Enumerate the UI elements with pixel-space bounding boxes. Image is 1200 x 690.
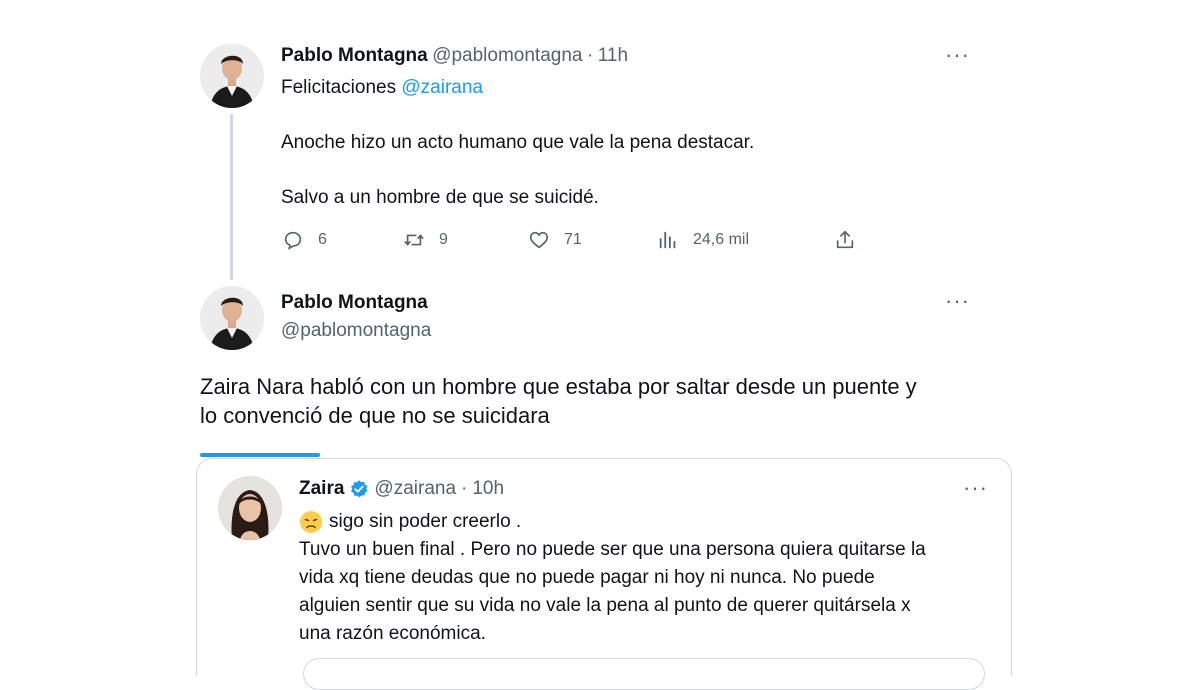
like-button[interactable]: 71 xyxy=(528,229,582,251)
tweet1-line1: Felicitaciones @zairana xyxy=(281,74,483,102)
quote-author-name[interactable]: Zaira xyxy=(299,478,344,500)
more-options-icon[interactable]: ··· xyxy=(945,44,970,66)
views-button[interactable]: 24,6 mil xyxy=(657,229,749,251)
more-options-icon[interactable]: ··· xyxy=(963,477,988,499)
tweet1-line2: Anoche hizo un acto humano que vale la p… xyxy=(281,132,755,153)
avatar-pablo-1[interactable] xyxy=(200,44,264,108)
separator-dot: · xyxy=(461,478,468,499)
reply-count: 6 xyxy=(318,231,327,248)
avatar-pablo-2[interactable] xyxy=(200,286,264,350)
avatar-zaira[interactable] xyxy=(218,476,282,540)
share-icon xyxy=(836,230,854,249)
quote-header: Zaira @zairana · 10h xyxy=(299,478,504,500)
more-options-icon[interactable]: ··· xyxy=(945,290,970,312)
separator-dot: · xyxy=(586,45,594,66)
tweet2-author-name[interactable]: Pablo Montagna xyxy=(281,292,428,314)
retweet-count: 9 xyxy=(439,231,448,248)
like-count: 71 xyxy=(564,231,582,248)
reply-button[interactable]: 6 xyxy=(282,229,327,251)
share-button[interactable] xyxy=(834,229,856,251)
quote-line3: vida xq tiene deudas que no puede pagar … xyxy=(299,567,875,588)
reply-icon xyxy=(284,231,302,250)
disappointed-face-emoji xyxy=(300,511,322,533)
thread-connector-line xyxy=(230,114,233,280)
quote-line4: alguien sentir que su vida no vale la pe… xyxy=(299,595,911,616)
quote-body: sigo sin poder creerlo . Tuvo un buen fi… xyxy=(299,508,926,648)
quote-line1: sigo sin poder creerlo . xyxy=(299,508,926,536)
views-icon xyxy=(659,231,676,249)
retweet-button[interactable]: 9 xyxy=(403,229,448,251)
tweet2-author-handle[interactable]: @pablomontagna xyxy=(281,320,431,342)
tweet2-text-line1: Zaira Nara habló con un hombre que estab… xyxy=(200,374,917,399)
views-count: 24,6 mil xyxy=(693,231,750,248)
nested-media-card[interactable] xyxy=(303,658,985,690)
verified-badge-icon xyxy=(351,480,368,498)
heart-icon xyxy=(529,231,549,249)
tweet2-text: Zaira Nara habló con un hombre que estab… xyxy=(200,372,917,430)
retweet-icon xyxy=(404,234,424,246)
scroll-indicator xyxy=(200,453,320,457)
timestamp[interactable]: 11h xyxy=(598,45,628,66)
mention-link[interactable]: @zairana xyxy=(401,77,483,98)
tweet2-text-line2: lo convenció de que no se suicidara xyxy=(200,403,550,428)
tweet1-line3: Salvo a un hombre de que se suicidé. xyxy=(281,187,599,208)
tweet1-header: Pablo Montagna @pablomontagna · 11h xyxy=(281,45,628,67)
quote-author-handle[interactable]: @zairana xyxy=(374,478,456,500)
quote-timestamp[interactable]: 10h xyxy=(472,478,504,500)
quote-line1-text: sigo sin poder creerlo . xyxy=(329,511,522,532)
quote-line2: Tuvo un buen final . Pero no puede ser q… xyxy=(299,539,926,560)
author-name[interactable]: Pablo Montagna xyxy=(281,45,428,66)
quote-line5: una razón económica. xyxy=(299,623,486,644)
author-handle[interactable]: @pablomontagna xyxy=(432,45,582,66)
tweet1-line1-text: Felicitaciones xyxy=(281,77,397,98)
